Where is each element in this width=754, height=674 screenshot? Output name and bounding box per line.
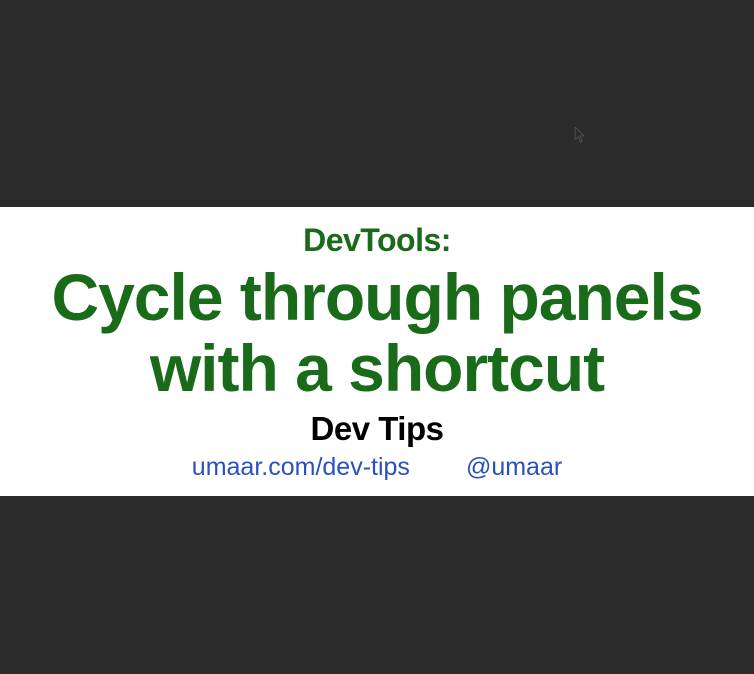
main-title: Cycle through panels with a shortcut <box>12 262 742 405</box>
series-name: Dev Tips <box>12 411 742 447</box>
cursor-icon <box>574 127 587 143</box>
site-link[interactable]: umaar.com/dev-tips <box>192 453 410 482</box>
bottom-dark-region <box>0 496 754 674</box>
links-row: umaar.com/dev-tips @umaar <box>12 453 742 482</box>
twitter-handle-link[interactable]: @umaar <box>466 453 562 482</box>
title-card: DevTools: Cycle through panels with a sh… <box>0 207 754 496</box>
top-dark-region <box>0 0 754 207</box>
subtitle: DevTools: <box>12 223 742 258</box>
